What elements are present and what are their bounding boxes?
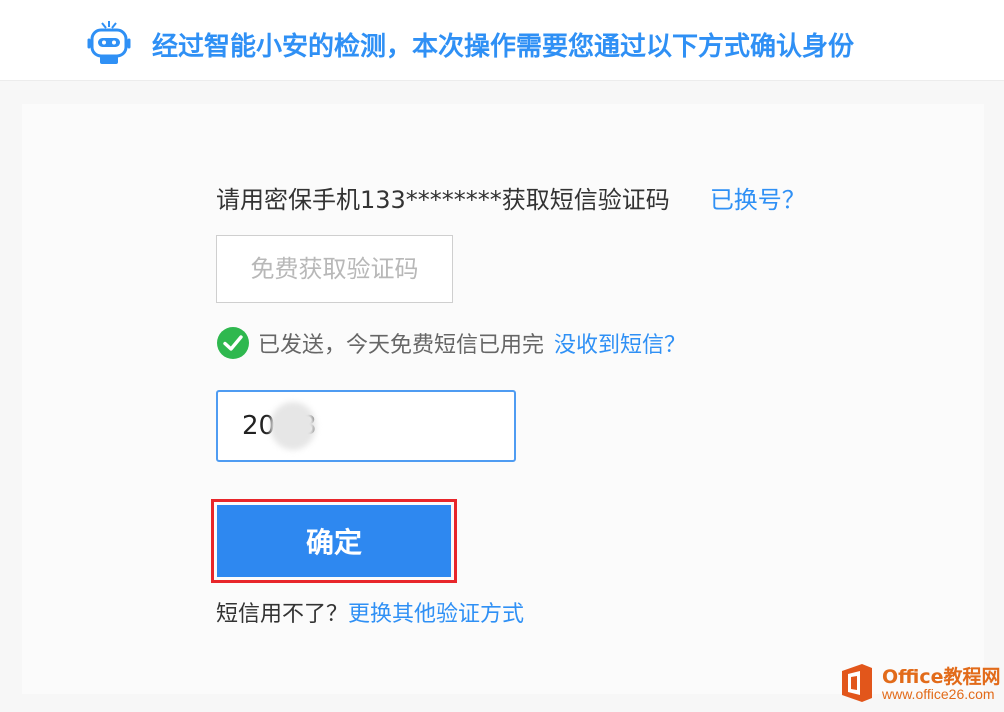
alternate-method: 短信用不了？更换其他验证方式 — [216, 596, 524, 628]
header-bar: 经过智能小安的检测，本次操作需要您通过以下方式确认身份 — [0, 0, 1004, 81]
watermark-brand: Office教程网 — [882, 666, 1001, 688]
confirm-button[interactable]: 确定 — [217, 505, 451, 577]
header-title: 经过智能小安的检测，本次操作需要您通过以下方式确认身份 — [152, 32, 855, 62]
code-blur-mask — [270, 402, 316, 450]
sms-status: 已发送，今天免费短信已用完 没收到短信？ — [216, 326, 686, 360]
other-method-link[interactable]: 更换其他验证方式 — [348, 602, 524, 627]
prompt-text: 请用密保手机133********获取短信验证码 — [216, 186, 670, 214]
check-circle-icon — [217, 327, 249, 359]
get-code-button[interactable]: 免费获取验证码 — [216, 235, 453, 303]
office-logo-icon — [842, 664, 872, 702]
verify-prompt: 请用密保手机133********获取短信验证码 已换号？ — [216, 180, 806, 215]
no-sms-link[interactable]: 没收到短信？ — [554, 333, 686, 358]
status-text: 已发送，今天免费短信已用完 — [258, 333, 545, 358]
changed-number-link[interactable]: 已换号？ — [710, 186, 806, 214]
watermark-url: www.office26.com — [882, 686, 995, 702]
watermark: Office教程网 www.office26.com — [838, 660, 1004, 706]
sms-unavailable-text: 短信用不了？ — [216, 602, 349, 627]
sms-code-input[interactable] — [216, 390, 516, 462]
robot-icon — [87, 21, 131, 64]
